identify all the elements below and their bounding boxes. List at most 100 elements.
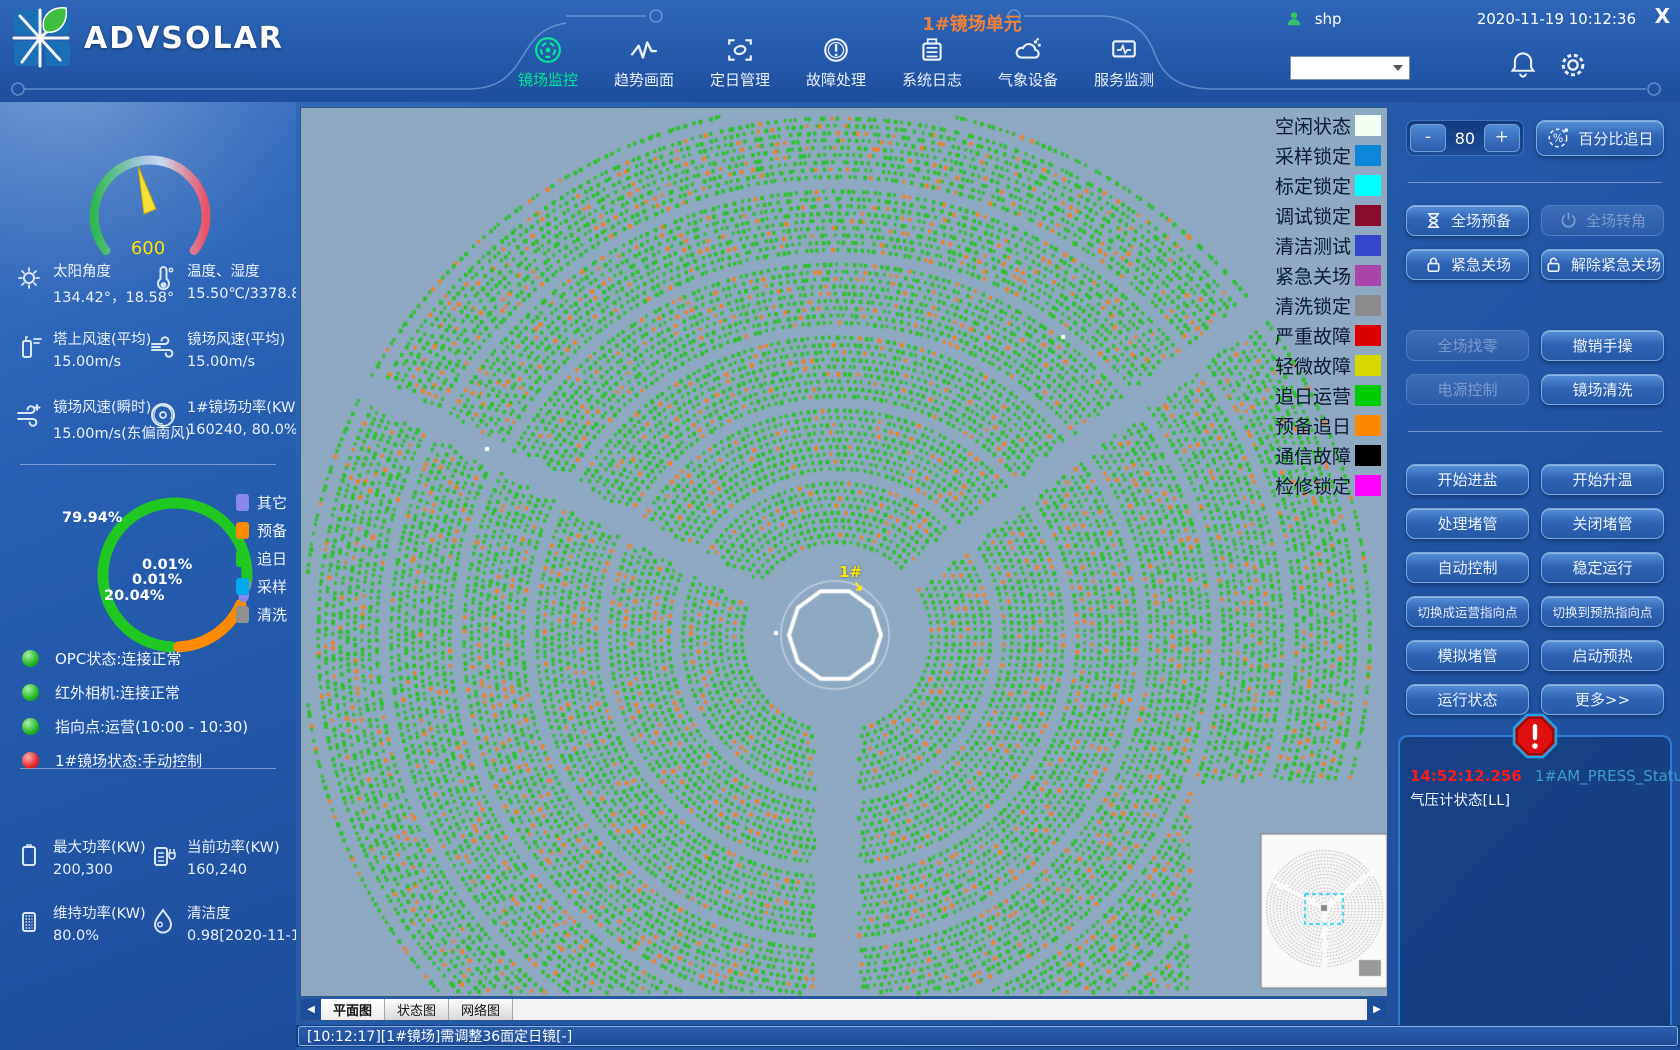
tab-状态图[interactable]: 状态图: [385, 999, 449, 1020]
button-切换到预热指向点[interactable]: 切换到预热指向点: [1541, 596, 1664, 627]
donut-legend-item: 清洗: [236, 604, 287, 625]
button-切换成运营指向点[interactable]: 切换成运营指向点: [1406, 596, 1529, 627]
chevron-down-icon: [1393, 65, 1403, 71]
field-legend-swatch: [1355, 145, 1381, 166]
donut-legend-swatch: [236, 578, 249, 595]
tower-wind-icon: [14, 332, 44, 362]
stat-1#镜场功率(KW): 1#镜场功率(KW)160240, 80.0%: [148, 396, 296, 438]
page-title: 1#镜场单元: [922, 10, 1022, 36]
statusbar-inner: [10:12:17][1#镜场]需调整36面定日镜[-]: [298, 1026, 1678, 1046]
minus-button[interactable]: -: [1410, 124, 1446, 152]
nav-item-系统日志[interactable]: 系统日志: [889, 36, 975, 90]
nav-item-label: 趋势画面: [614, 69, 674, 90]
power-stat-维持功率(KW): 维持功率(KW)80.0%: [14, 902, 146, 944]
header: ADVSOLAR 1#镜场单元 镜场监控趋势画面定日管理故障处理系统日志气象设备…: [0, 0, 1680, 102]
alarm-entry[interactable]: 14:52:12.256 1#AM_PRESS_Status: [1410, 767, 1680, 785]
field-legend-label: 调试锁定: [1275, 202, 1351, 229]
heliostat-field-view: 空闲状态采样锁定标定锁定调试锁定清洁测试紧急关场清洗锁定严重故障轻微故障追日运营…: [300, 107, 1388, 997]
field-legend-item: 调试锁定: [1275, 202, 1381, 229]
button-label: 关闭堵管: [1572, 513, 1632, 534]
gear-icon[interactable]: [1558, 50, 1588, 80]
donut-legend-label: 其它: [257, 492, 287, 513]
control-panel: - 80 + % 百分比追日 全场预备 全场转角紧急关场解除紧急关场 全场找零撤销…: [1394, 107, 1676, 1046]
field-legend-item: 预备追日: [1275, 412, 1381, 439]
field-legend-item: 标定锁定: [1275, 172, 1381, 199]
close-button[interactable]: X: [1655, 4, 1670, 28]
button-group-1: 全场预备 全场转角紧急关场解除紧急关场: [1406, 205, 1664, 280]
button-紧急关场[interactable]: 紧急关场: [1406, 249, 1529, 280]
button-group-2: 全场找零撤销手操电源控制镜场清洗: [1406, 330, 1664, 405]
button-模拟堵管[interactable]: 模拟堵管: [1406, 640, 1529, 671]
field-legend-item: 清洁测试: [1275, 232, 1381, 259]
nav-item-镜场监控[interactable]: 镜场监控: [505, 36, 591, 90]
button-稳定运行[interactable]: 稳定运行: [1541, 552, 1664, 583]
stat-text: 镜场风速(平均)15.00m/s: [187, 328, 285, 370]
power-icon: [1559, 211, 1578, 230]
stat-label: 温度、湿度: [187, 260, 296, 281]
stat-label: 塔上风速(平均): [53, 328, 151, 349]
alarm-tag: 1#AM_PRESS_Status: [1535, 767, 1680, 785]
button-开始升温[interactable]: 开始升温: [1541, 464, 1664, 495]
bell-icon[interactable]: [1508, 50, 1538, 80]
button-label: 全场转角: [1586, 210, 1646, 231]
field-legend-swatch: [1355, 115, 1381, 136]
button-处理堵管[interactable]: 处理堵管: [1406, 508, 1529, 539]
field-legend-swatch: [1355, 175, 1381, 196]
nav-item-气象设备[interactable]: 气象设备: [985, 36, 1071, 90]
field-legend-item: 检修锁定: [1275, 472, 1381, 499]
button-解除紧急关场[interactable]: 解除紧急关场: [1541, 249, 1664, 280]
button-撤销手操[interactable]: 撤销手操: [1541, 330, 1664, 361]
main-nav: 镜场监控趋势画面 定日管理故障处理系统日志气象设备服务监测: [505, 36, 1167, 90]
nav-item-趋势画面[interactable]: 趋势画面: [601, 36, 687, 90]
thermometer-icon: [148, 264, 178, 294]
percent-track-button[interactable]: % 百分比追日: [1536, 120, 1664, 156]
plus-button[interactable]: +: [1484, 124, 1520, 152]
alarm-warning-icon: [1512, 713, 1558, 759]
status-dot-green: [22, 718, 39, 735]
stat-镜场风速(平均): 镜场风速(平均)15.00m/s: [148, 328, 285, 370]
button-运行状态[interactable]: 运行状态: [1406, 684, 1529, 715]
button-镜场清洗[interactable]: 镜场清洗: [1541, 374, 1664, 405]
field-legend-item: 通信故障: [1275, 442, 1381, 469]
unlock-icon: [1544, 255, 1563, 274]
button-启动预热[interactable]: 启动预热: [1541, 640, 1664, 671]
nav-item-定日管理[interactable]: 定日管理: [697, 36, 783, 90]
stat-text: 最大功率(KW)200,300: [53, 836, 146, 878]
button-全场预备[interactable]: 全场预备: [1406, 205, 1529, 236]
button-label: 切换成运营指向点: [1417, 602, 1517, 621]
button-自动控制[interactable]: 自动控制: [1406, 552, 1529, 583]
battery-plug-icon: [148, 840, 178, 870]
field-legend-label: 追日运营: [1275, 382, 1351, 409]
button-label: 处理堵管: [1437, 513, 1497, 534]
log-icon: [918, 36, 946, 64]
field-legend-swatch: [1355, 415, 1381, 436]
field-legend-label: 采样锁定: [1275, 142, 1351, 169]
stat-text: 温度、湿度 15.50℃/3378.80%: [187, 260, 296, 302]
fault-icon: [822, 36, 850, 64]
tab-网络图[interactable]: 网络图: [449, 999, 513, 1020]
field-legend-item: 清洗锁定: [1275, 292, 1381, 319]
button-开始进盐[interactable]: 开始进盐: [1406, 464, 1529, 495]
button-关闭堵管[interactable]: 关闭堵管: [1541, 508, 1664, 539]
username: shp: [1315, 10, 1465, 28]
status-dot-green: [22, 684, 39, 701]
power-stat-清洁度: 清洁度0.98[2020-11-18]: [148, 902, 296, 944]
heliostat-field-canvas[interactable]: [301, 108, 1387, 996]
stat-value: 160240, 80.0%: [187, 422, 296, 438]
nav-item-故障处理[interactable]: 故障处理: [793, 36, 879, 90]
nav-item-服务监测[interactable]: 服务监测: [1081, 36, 1167, 90]
button-更多>>[interactable]: 更多>>: [1541, 684, 1664, 715]
field-legend-swatch: [1355, 475, 1381, 496]
stat-value: 15.50℃/3378.80%: [187, 286, 296, 302]
percent-value[interactable]: 80: [1446, 129, 1484, 148]
header-select[interactable]: [1290, 56, 1410, 80]
field-legend-item: 严重故障: [1275, 322, 1381, 349]
field-legend-label: 轻微故障: [1275, 352, 1351, 379]
donut-legend-swatch: [236, 550, 249, 567]
tab-平面图[interactable]: 平面图: [321, 999, 385, 1020]
tabs: 平面图状态图网络图: [321, 999, 513, 1020]
tab-scroll-left[interactable]: ◀: [301, 999, 321, 1020]
connection-status-list: OPC状态:连接正常红外相机:连接正常指向点:运营(10:00 - 10:30)…: [22, 648, 248, 771]
divider: [1408, 182, 1662, 183]
tab-scroll-right[interactable]: ▶: [1367, 999, 1387, 1020]
